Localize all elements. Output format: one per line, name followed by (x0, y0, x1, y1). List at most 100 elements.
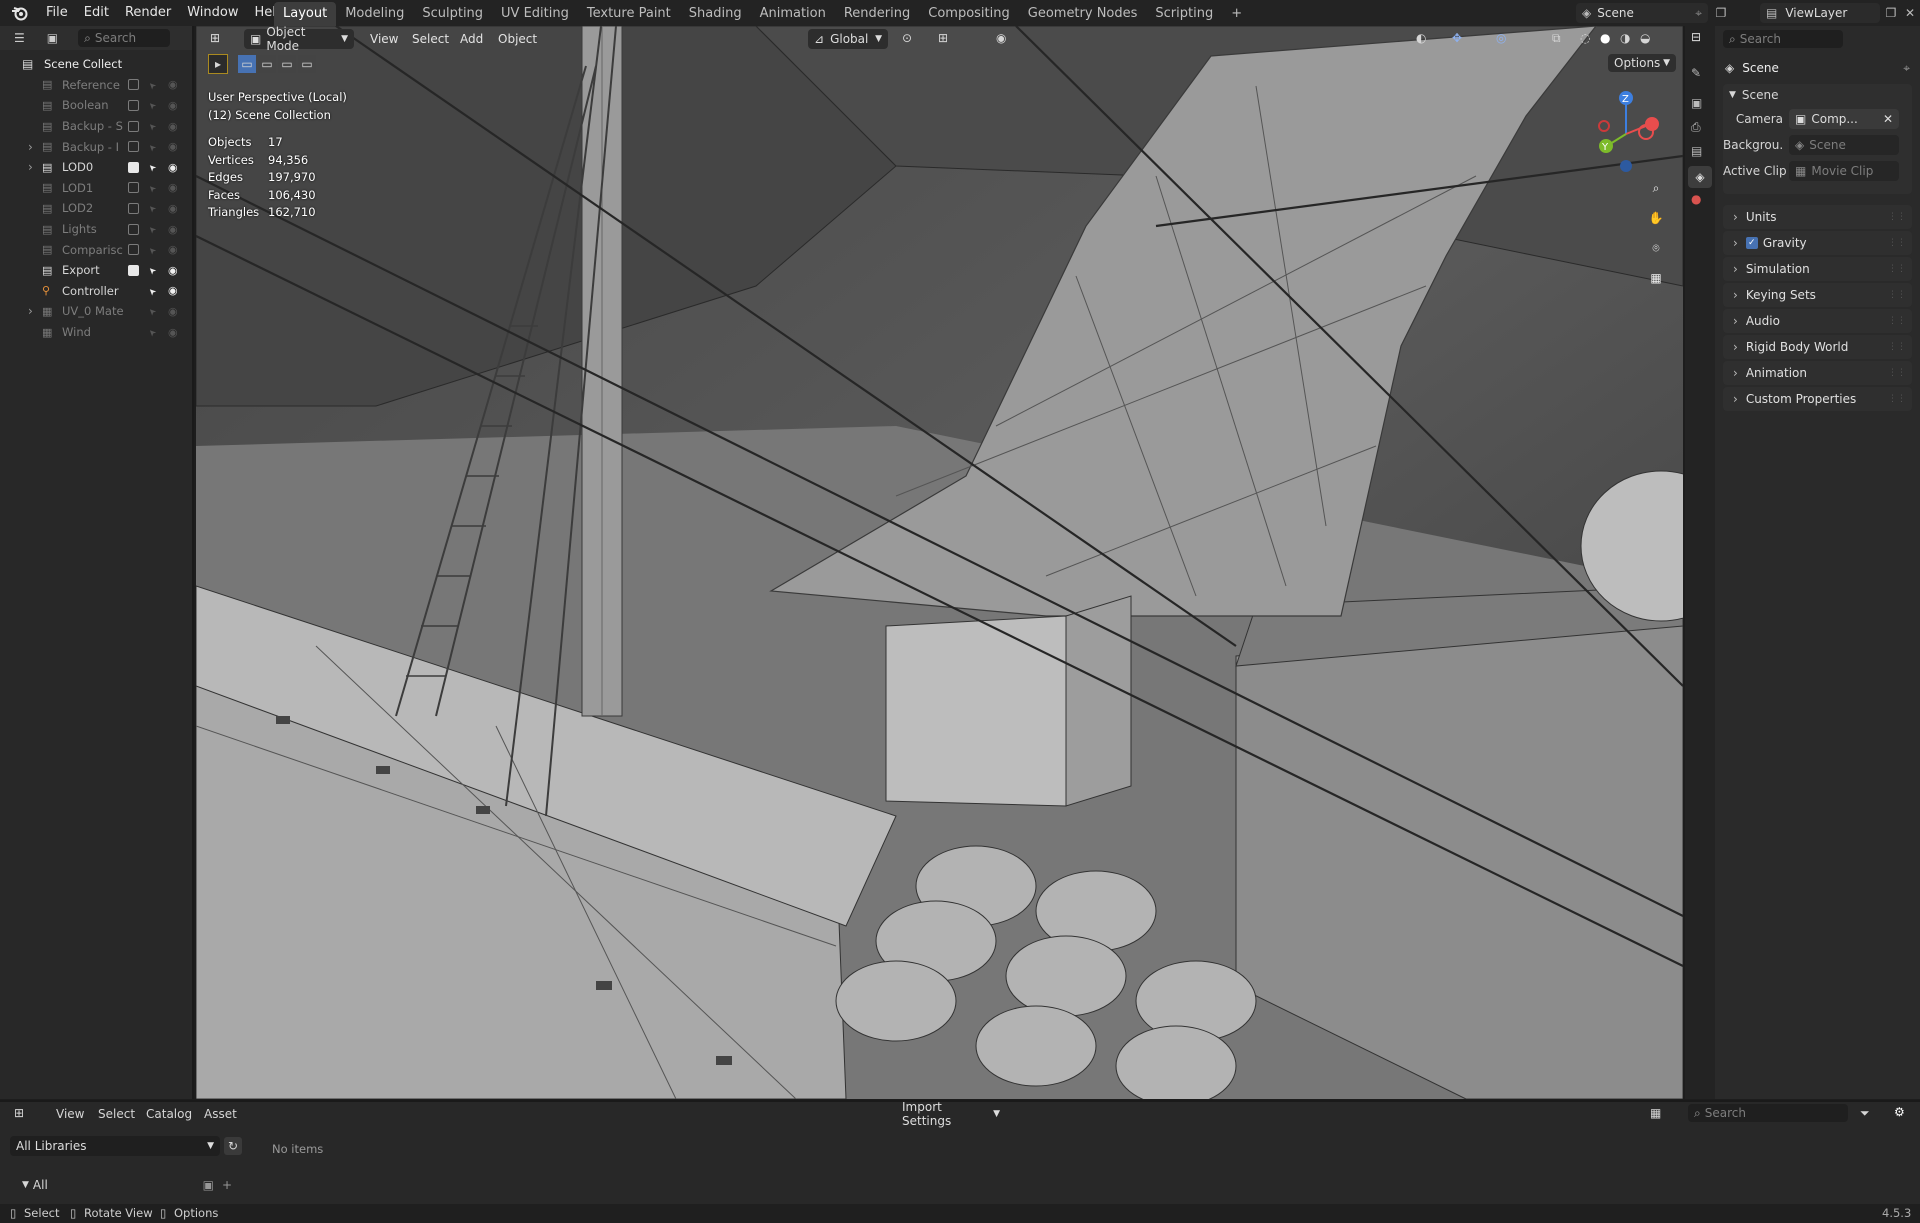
visibility-eye-icon[interactable]: ◉ (168, 181, 178, 194)
visibility-eye-icon[interactable]: ◉ (168, 202, 178, 215)
menu-catalog[interactable]: Catalog (146, 1107, 192, 1121)
save-catalog-icon[interactable]: ▣ (203, 1178, 214, 1192)
exclude-checkbox[interactable] (128, 99, 139, 111)
add-catalog-icon[interactable]: + (222, 1178, 232, 1192)
select-subtract-icon[interactable]: ▭ (278, 55, 296, 73)
exclude-checkbox[interactable] (128, 141, 139, 153)
tab-compositing[interactable]: Compositing (919, 2, 1019, 26)
menu-window[interactable]: Window (179, 0, 246, 26)
import-settings-dropdown[interactable]: Import Settings ▼ (896, 1100, 1006, 1128)
scene-selector[interactable]: ◈ Scene ⌖ (1576, 3, 1708, 23)
outliner-item[interactable]: ▦ Wind ➤ ◉ (0, 322, 192, 343)
exclude-checkbox[interactable] (128, 120, 139, 132)
exclude-checkbox[interactable] (128, 223, 139, 235)
refresh-icon[interactable]: ↻ (224, 1137, 242, 1155)
property-section[interactable]: › Custom Properties ⋮⋮ (1723, 387, 1912, 411)
outliner-item[interactable]: ▤ Boolean ➤ ◉ (0, 95, 192, 116)
drag-handle-icon[interactable]: ⋮⋮ (1888, 264, 1906, 274)
property-section[interactable]: › Keying Sets ⋮⋮ (1723, 283, 1912, 307)
menu-select[interactable]: Select (98, 1107, 135, 1121)
selectable-arrow-icon[interactable]: ➤ (147, 243, 159, 255)
filter-icon[interactable]: ⏷ (1860, 1106, 1870, 1121)
drag-handle-icon[interactable]: ⋮⋮ (1888, 394, 1906, 404)
snap-icon[interactable]: ⊞ (938, 31, 948, 45)
pivot-icon[interactable]: ⊙ (902, 31, 912, 45)
visibility-eye-icon[interactable]: ◉ (168, 161, 178, 174)
drag-handle-icon[interactable]: ⋮⋮ (1888, 342, 1906, 352)
exclude-checkbox[interactable] (128, 182, 139, 194)
visibility-eye-icon[interactable]: ◉ (168, 99, 178, 112)
orthographic-grid-icon[interactable]: ▦ (1644, 266, 1668, 290)
menu-view[interactable]: View (56, 1107, 84, 1121)
visibility-eye-icon[interactable]: ◉ (168, 223, 178, 236)
catalog-all[interactable]: ▼ All ▣ + (22, 1176, 232, 1194)
selectable-arrow-icon[interactable]: ➤ (147, 285, 159, 297)
drag-handle-icon[interactable]: ⋮⋮ (1888, 290, 1906, 300)
camera-view-icon[interactable]: ⌾ (1644, 236, 1668, 260)
menu-view[interactable]: View (370, 32, 398, 46)
menu-add[interactable]: Add (460, 32, 483, 46)
zoom-icon[interactable]: ⌕ (1644, 176, 1668, 200)
outliner-item[interactable]: ▤ Backup - S ➤ ◉ (0, 116, 192, 137)
asset-search-input[interactable]: ⌕ Search (1688, 1104, 1848, 1122)
exclude-checkbox[interactable] (128, 264, 139, 276)
outliner-item[interactable]: ▤ Lights ➤ ◉ (0, 219, 192, 240)
outliner-item[interactable]: ▤ Reference ➤ ◉ (0, 75, 192, 96)
outliner-search-input[interactable]: ⌕ Search (78, 29, 171, 47)
menu-asset[interactable]: Asset (204, 1107, 237, 1121)
clear-icon[interactable]: ✕ (1883, 112, 1893, 126)
visibility-eye-icon[interactable]: ◉ (168, 120, 178, 133)
property-section[interactable]: › Simulation ⋮⋮ (1723, 257, 1912, 281)
editor-type-icon[interactable]: ⊞ (14, 1106, 24, 1120)
transform-orientation[interactable]: ⊿ Global ▼ (808, 29, 888, 49)
expand-chevron-icon[interactable]: › (28, 304, 33, 318)
view-layer-tab-icon[interactable]: ▤ (1691, 144, 1702, 158)
property-section[interactable]: › Rigid Body World ⋮⋮ (1723, 335, 1912, 359)
selectable-arrow-icon[interactable]: ➤ (147, 140, 159, 152)
tab-scripting[interactable]: Scripting (1146, 2, 1222, 26)
drag-handle-icon[interactable]: ⋮⋮ (1888, 316, 1906, 326)
tab-shading[interactable]: Shading (680, 2, 751, 26)
overlay-toggle-icon[interactable]: ◎ (1496, 31, 1506, 45)
selectable-arrow-icon[interactable]: ➤ (147, 182, 159, 194)
menu-select[interactable]: Select (412, 32, 449, 46)
property-section[interactable]: › Units ⋮⋮ (1723, 205, 1912, 229)
gravity-checkbox[interactable]: ✓ (1745, 237, 1758, 249)
outliner-item[interactable]: ⚲ Controller ➤ ◉ (0, 281, 192, 302)
tab-layout[interactable]: Layout (274, 2, 337, 26)
output-tab-icon[interactable]: ⎙ (1691, 120, 1701, 135)
new-view-layer-icon[interactable]: ❐ (1882, 4, 1900, 22)
visibility-eye-icon[interactable]: ◉ (168, 326, 178, 339)
scene-tab-icon[interactable]: ◈ (1688, 166, 1712, 188)
outliner-item[interactable]: ▤ Comparisc ➤ ◉ (0, 239, 192, 260)
drag-handle-icon[interactable]: ⋮⋮ (1888, 368, 1906, 378)
pin-icon[interactable]: ⌖ (1903, 61, 1910, 76)
tab-animation[interactable]: Animation (751, 2, 835, 26)
tool-tab-icon[interactable]: ✎ (1691, 66, 1701, 80)
camera-field[interactable]: ▣ Comp... ✕ (1789, 109, 1899, 129)
property-section[interactable]: › Animation ⋮⋮ (1723, 361, 1912, 385)
menu-render[interactable]: Render (117, 0, 179, 26)
select-tool-icon[interactable]: ▸ (208, 54, 228, 74)
outliner-item[interactable]: ▤ Export ➤ ◉ (0, 260, 192, 281)
visibility-eye-icon[interactable]: ◉ (168, 264, 178, 277)
add-workspace-button[interactable]: + (1222, 2, 1251, 26)
expand-chevron-icon[interactable]: › (28, 140, 33, 154)
shading-rendered-icon[interactable]: ◒ (1640, 31, 1650, 45)
editor-type-icon[interactable]: ⊟ (1691, 30, 1701, 44)
exclude-checkbox[interactable] (128, 161, 139, 173)
editor-type-icon[interactable]: ⊞ (210, 31, 220, 45)
editor-type-icon[interactable]: ☰ (14, 31, 25, 45)
blender-logo-icon[interactable] (10, 4, 30, 22)
navigation-gizmo[interactable]: Z Y (1594, 86, 1674, 176)
property-section[interactable]: › ✓ Gravity ⋮⋮ (1723, 231, 1912, 255)
menu-file[interactable]: File (38, 0, 76, 26)
outliner-item[interactable]: › ▤ Backup - I ➤ ◉ (0, 136, 192, 157)
active-clip-field[interactable]: ▦ Movie Clip (1789, 161, 1899, 181)
outliner-item[interactable]: › ▤ LOD0 ➤ ◉ (0, 157, 192, 178)
selectable-arrow-icon[interactable]: ➤ (147, 79, 159, 91)
visibility-icon[interactable]: ◐ (1416, 31, 1426, 45)
selectable-arrow-icon[interactable]: ➤ (147, 161, 159, 173)
property-section[interactable]: › Audio ⋮⋮ (1723, 309, 1912, 333)
new-scene-icon[interactable]: ❐ (1712, 4, 1730, 22)
